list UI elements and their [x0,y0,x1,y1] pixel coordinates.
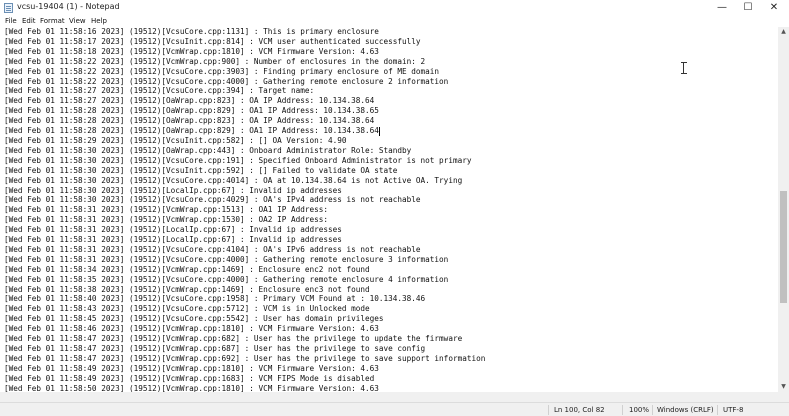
log-line: [Wed Feb 01 11:58:45 2023] (19512)[VcsuC… [4,314,384,324]
encoding: UTF-8 [723,406,744,414]
log-line: [Wed Feb 01 11:58:47 2023] (19512)[VcmWr… [4,334,463,344]
window-title: vcsu-19404 (1) - Notepad [17,2,120,11]
scrollbar-thumb[interactable] [780,190,787,303]
vertical-scrollbar[interactable]: ▲ ▼ [778,27,789,392]
log-line: [Wed Feb 01 11:58:17 2023] (19512)[VcsuI… [4,36,421,46]
text-caret [378,126,380,136]
log-line: [Wed Feb 01 11:58:30 2023] (19512)[VcsuC… [4,195,421,205]
status-divider [652,405,653,415]
log-text: [Wed Feb 01 11:58:16 2023] (19512)[VcsuC… [4,27,485,392]
log-line: [Wed Feb 01 11:58:27 2023] (19512)[OaWra… [4,96,375,106]
horizontal-scrollbar[interactable] [0,392,789,402]
log-line: [Wed Feb 01 11:58:34 2023] (19512)[VcmWr… [4,264,370,274]
log-line: [Wed Feb 01 11:58:28 2023] (19512)[OaWra… [4,116,375,126]
log-line: [Wed Feb 01 11:58:50 2023] (19512)[VcmWr… [4,383,379,392]
log-line: [Wed Feb 01 11:58:49 2023] (19512)[VcmWr… [4,363,379,373]
log-line: [Wed Feb 01 11:58:31 2023] (19512)[VcmWr… [4,205,328,215]
log-line: [Wed Feb 01 11:58:47 2023] (19512)[VcmWr… [4,344,426,353]
log-line: [Wed Feb 01 11:58:30 2023] (19512)[VcsuC… [4,155,472,165]
scroll-down-icon[interactable]: ▼ [778,382,789,392]
log-line: [Wed Feb 01 11:58:30 2023] (19512)[VcsuC… [4,175,463,185]
log-line: [Wed Feb 01 11:58:31 2023] (19512)[Local… [4,225,342,235]
log-line: [Wed Feb 01 11:58:38 2023] (19512)[VcmWr… [4,284,370,294]
log-line: [Wed Feb 01 11:58:18 2023] (19512)[VcmWr… [4,46,379,56]
menu-edit[interactable]: Edit [22,16,36,26]
log-line: [Wed Feb 01 11:58:35 2023] (19512)[VcsuC… [4,274,449,284]
status-divider [548,405,549,415]
minimize-button[interactable]: — [709,0,735,15]
log-line: [Wed Feb 01 11:58:46 2023] (19512)[VcmWr… [4,324,379,334]
cursor-position: Ln 100, Col 82 [554,406,605,414]
log-line: [Wed Feb 01 11:58:40 2023] (19512)[VcsuC… [4,294,426,304]
close-button[interactable]: ✕ [761,0,787,15]
menu-format[interactable]: Format [40,16,65,26]
zoom-level: 100% [629,406,650,414]
log-line: [Wed Feb 01 11:58:43 2023] (19512)[VcsuC… [4,304,370,314]
scroll-up-icon[interactable]: ▲ [778,27,789,37]
log-line: [Wed Feb 01 11:58:31 2023] (19512)[Local… [4,235,342,245]
text-cursor-icon [681,62,687,74]
notepad-icon [4,3,13,13]
log-line: [Wed Feb 01 11:58:28 2023] (19512)[OaWra… [4,126,380,136]
log-line: [Wed Feb 01 11:58:30 2023] (19512)[OaWra… [4,145,412,155]
status-divider [717,405,718,415]
log-line: [Wed Feb 01 11:58:22 2023] (19512)[VcsuC… [4,76,449,86]
text-editor[interactable]: [Wed Feb 01 11:58:16 2023] (19512)[VcsuC… [0,27,778,392]
log-line: [Wed Feb 01 11:58:28 2023] (19512)[OaWra… [4,106,379,116]
title-bar: vcsu-19404 (1) - Notepad — ☐ ✕ [0,0,789,15]
log-line: [Wed Feb 01 11:58:22 2023] (19512)[VcsuC… [4,66,440,76]
log-line: [Wed Feb 01 11:58:49 2023] (19512)[VcmWr… [4,373,375,383]
log-line: [Wed Feb 01 11:58:31 2023] (19512)[VcmWr… [4,215,328,225]
line-ending: Windows (CRLF) [657,406,714,414]
log-line: [Wed Feb 01 11:58:30 2023] (19512)[Local… [4,185,342,195]
log-line: [Wed Feb 01 11:58:29 2023] (19512)[VcsuI… [4,135,347,145]
log-line: [Wed Feb 01 11:58:47 2023] (19512)[VcmWr… [4,353,486,363]
menu-bar: File Edit Format View Help [0,15,789,27]
log-line: [Wed Feb 01 11:58:16 2023] (19512)[VcsuC… [4,27,379,36]
log-line: [Wed Feb 01 11:58:30 2023] (19512)[VcsuI… [4,165,398,175]
maximize-button[interactable]: ☐ [735,0,761,15]
menu-help[interactable]: Help [91,16,107,26]
log-line: [Wed Feb 01 11:58:31 2023] (19512)[VcsuC… [4,244,421,254]
log-line: [Wed Feb 01 11:58:22 2023] (19512)[VcmWr… [4,56,426,66]
status-bar: Ln 100, Col 82 100% Windows (CRLF) UTF-8 [0,402,789,416]
log-line: [Wed Feb 01 11:58:27 2023] (19512)[VcsuC… [4,86,315,96]
menu-view[interactable]: View [69,16,86,26]
status-divider [622,405,623,415]
log-line: [Wed Feb 01 11:58:31 2023] (19512)[VcsuC… [4,254,449,264]
menu-file[interactable]: File [5,16,17,26]
